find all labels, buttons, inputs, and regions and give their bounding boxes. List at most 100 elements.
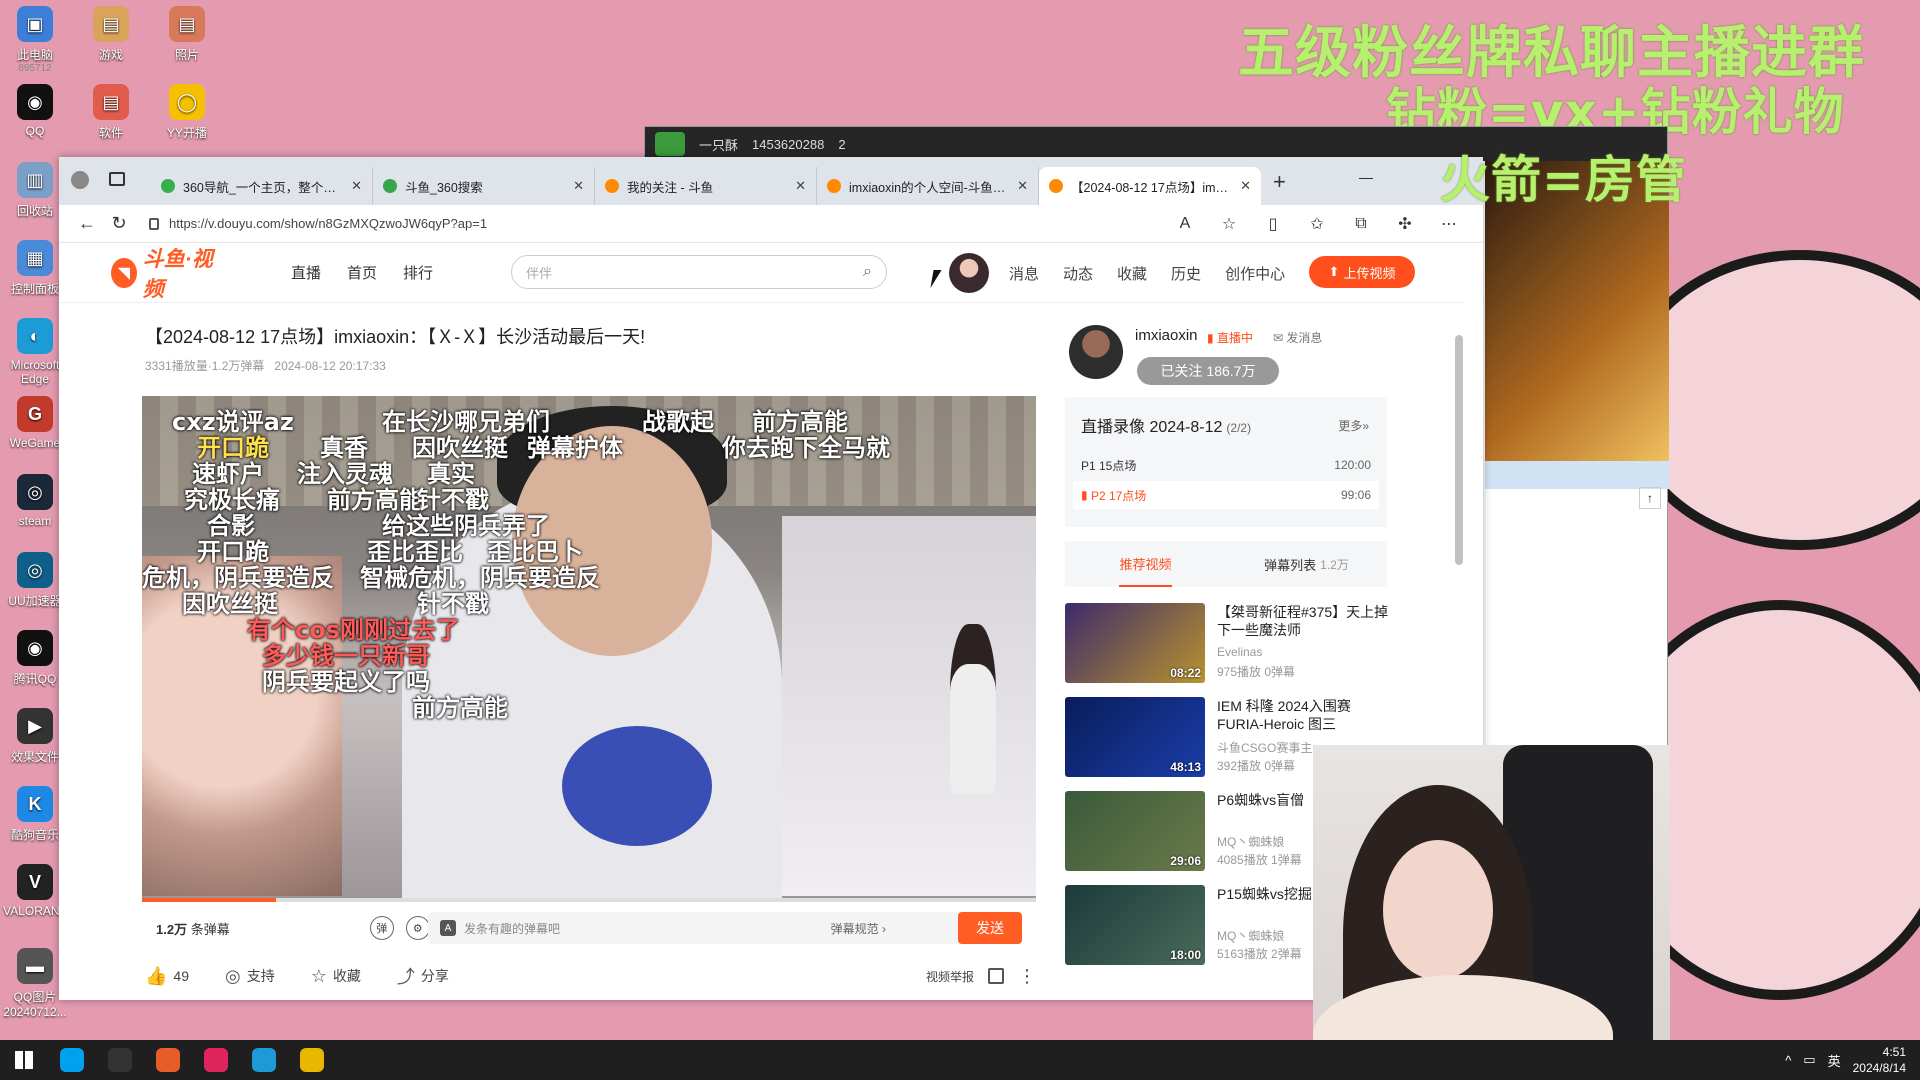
collections-icon[interactable]: ⧉ xyxy=(1339,215,1383,233)
share-button[interactable]: ⤴ 分享 xyxy=(397,963,449,989)
desktop-icon[interactable]: ◉ QQ xyxy=(0,84,70,138)
desktop-icon[interactable]: ▣ 此电脑 895712 xyxy=(0,6,70,74)
report-link[interactable]: 视频举报 xyxy=(926,968,974,985)
recommended-author[interactable]: 斗鱼CSGO赛事主 xyxy=(1217,739,1312,756)
split-screen-icon[interactable]: ▯ xyxy=(1251,214,1295,234)
search-icon[interactable]: ⌕ xyxy=(863,263,872,281)
nav-ranking[interactable]: 排行 xyxy=(403,262,433,283)
star-icon[interactable]: ☆ xyxy=(1207,214,1251,234)
recommended-author[interactable]: MQ丶蜘蛛娘 xyxy=(1217,833,1284,850)
tab-danmaku-list[interactable]: 弹幕列表 1.2万 xyxy=(1226,541,1387,587)
taskbar-app[interactable] xyxy=(288,1040,336,1080)
video-thumbnail[interactable]: 08:22 xyxy=(1065,603,1205,683)
page-scrollbar[interactable] xyxy=(1455,335,1463,565)
followed-button[interactable]: 已关注 186.7万 xyxy=(1137,357,1279,385)
tab-recommended[interactable]: 推荐视频 xyxy=(1065,541,1226,587)
tab-close-icon[interactable]: ✕ xyxy=(795,178,806,194)
search-box[interactable]: 伴伴 ⌕ xyxy=(511,255,887,289)
danmaku-rules-link[interactable]: 弹幕规范 › xyxy=(831,920,886,937)
tray-expand-icon[interactable]: ^ xyxy=(1785,1053,1791,1068)
recording-item-active[interactable]: ▮ P2 17点场 99:06 xyxy=(1073,481,1379,509)
danmaku-toggle-icon[interactable]: 弹 xyxy=(369,916,394,940)
favorite-button[interactable]: ☆ 收藏 xyxy=(311,966,361,987)
back-arrow-icon[interactable]: ← xyxy=(71,209,103,239)
url-field[interactable]: https://v.douyu.com/show/n8GzMXQzwoJW6qy… xyxy=(169,209,1163,239)
danmaku-input[interactable]: A 发条有趣的弹幕吧 弹幕规范 › xyxy=(428,912,964,944)
video-thumbnail[interactable]: 18:00 xyxy=(1065,885,1205,965)
tab-actions-icon[interactable] xyxy=(109,172,125,186)
recommended-author[interactable]: Evelinas xyxy=(1217,645,1262,659)
user-nav-item[interactable]: 历史 xyxy=(1171,263,1201,284)
video-thumbnail[interactable]: 48:13 xyxy=(1065,697,1205,777)
browser-tab[interactable]: 我的关注 - 斗鱼 ✕ xyxy=(595,167,817,205)
mini-player-icon[interactable] xyxy=(988,968,1004,984)
refresh-icon[interactable]: ↻ xyxy=(103,209,135,239)
danmaku-style-icon[interactable]: A xyxy=(440,920,456,936)
network-icon[interactable]: ▭ xyxy=(1803,1052,1815,1068)
new-tab-button[interactable]: + xyxy=(1273,169,1286,195)
site-logo[interactable]: ◥ 斗鱼·视频 xyxy=(111,248,221,301)
taskbar-app[interactable] xyxy=(48,1040,96,1080)
start-button[interactable] xyxy=(0,1040,48,1080)
profile-icon[interactable] xyxy=(71,171,89,189)
tab-close-icon[interactable]: ✕ xyxy=(351,178,362,194)
danmaku-settings-icon[interactable]: ⚙ xyxy=(405,916,430,940)
browser-tab[interactable]: imxiaoxin的个人空间-斗鱼视频 ✕ xyxy=(817,167,1039,205)
browser-tab[interactable]: 斗鱼_360搜索 ✕ xyxy=(373,167,595,205)
recommended-title[interactable]: IEM 科隆 2024入围赛 FURIA-Heroic 图三 xyxy=(1217,697,1393,733)
tab-favicon xyxy=(161,179,175,193)
taskbar-app-icon xyxy=(60,1048,84,1072)
support-button[interactable]: ◎ 支持 xyxy=(225,966,275,987)
like-button[interactable]: 👍 49 xyxy=(145,966,189,987)
upload-video-button[interactable]: ⬆ 上传视频 xyxy=(1309,256,1415,288)
tab-favicon xyxy=(827,179,841,193)
search-input[interactable]: 伴伴 xyxy=(526,263,552,282)
clock-date: 2024/8/14 xyxy=(1852,1061,1906,1075)
minimize-button[interactable]: — xyxy=(1359,169,1373,185)
uploader-name[interactable]: imxiaoxin xyxy=(1135,327,1198,344)
favorites-icon[interactable]: ✩ xyxy=(1295,214,1339,234)
user-nav-item[interactable]: 收藏 xyxy=(1117,263,1147,284)
video-thumbnail[interactable]: 29:06 xyxy=(1065,791,1205,871)
user-nav-item[interactable]: 创作中心 xyxy=(1225,263,1285,284)
tab-close-icon[interactable]: ✕ xyxy=(1017,178,1028,194)
desktop-icon[interactable]: ◯ YY开播 xyxy=(152,84,222,141)
read-aloud-icon[interactable]: A xyxy=(1163,215,1207,233)
desktop-icon[interactable]: ▤ 游戏 xyxy=(76,6,146,63)
message-button[interactable]: ✉ 发消息 xyxy=(1273,329,1322,346)
taskbar-app[interactable] xyxy=(96,1040,144,1080)
nav-live[interactable]: 直播 xyxy=(291,262,321,283)
recordings-more-link[interactable]: 更多» xyxy=(1338,417,1369,434)
user-nav-item[interactable]: 消息 xyxy=(1009,263,1039,284)
user-nav-item[interactable]: 动态 xyxy=(1063,263,1093,284)
recommended-video[interactable]: 08:22 【桀哥新征程#375】天上掉下一些魔法师 Evelinas 975播放 0… xyxy=(1065,603,1395,683)
video-player[interactable]: cxz说评az 在长沙哪兄弟们 战歌起 前方高能 开口跪 真香 因吹丝挺 弹幕护体 你去跑下全马… xyxy=(142,396,1036,898)
recommended-title[interactable]: 【桀哥新征程#375】天上掉下一些魔法师 xyxy=(1217,603,1393,639)
tab-favicon xyxy=(605,179,619,193)
live-badge[interactable]: ▮ 直播中 xyxy=(1207,329,1253,346)
browser-window[interactable]: 360导航_一个主页，整个世界 ✕ 斗鱼_360搜索 ✕ 我的关注 - 斗鱼 ✕ imxia… xyxy=(59,157,1483,1000)
scroll-top-button[interactable]: ↑ xyxy=(1639,487,1661,509)
send-button[interactable]: 发送 xyxy=(958,912,1022,944)
recommended-author[interactable]: MQ丶蜘蛛娘 xyxy=(1217,927,1284,944)
extension-icon[interactable]: ✣ xyxy=(1383,214,1427,234)
desktop-icon[interactable]: ▤ 照片 xyxy=(152,6,222,63)
nav-home[interactable]: 首页 xyxy=(347,262,377,283)
recording-item[interactable]: P1 15点场 120:00 xyxy=(1073,451,1379,479)
taskbar-app[interactable] xyxy=(144,1040,192,1080)
browser-tab[interactable]: 360导航_一个主页，整个世界 ✕ xyxy=(151,167,373,205)
browser-tab[interactable]: 【2024-08-12 17点场】imxiaoxin ✕ xyxy=(1039,167,1261,205)
ime-indicator[interactable]: 英 xyxy=(1828,1051,1841,1070)
tab-close-icon[interactable]: ✕ xyxy=(1240,178,1251,194)
user-avatar[interactable] xyxy=(949,253,989,293)
taskbar-app[interactable] xyxy=(240,1040,288,1080)
taskbar-app[interactable] xyxy=(192,1040,240,1080)
cam-face xyxy=(1383,840,1493,980)
uploader-avatar[interactable] xyxy=(1069,325,1123,379)
video-progress-bar[interactable] xyxy=(142,898,1036,902)
clock[interactable]: 4:51 2024/8/14 xyxy=(1853,1044,1906,1076)
more-menu-icon[interactable]: ⋯ xyxy=(1427,214,1471,234)
more-options-icon[interactable]: ⋮ xyxy=(1018,966,1036,987)
desktop-icon[interactable]: ▤ 软件 xyxy=(76,84,146,141)
tab-close-icon[interactable]: ✕ xyxy=(573,178,584,194)
